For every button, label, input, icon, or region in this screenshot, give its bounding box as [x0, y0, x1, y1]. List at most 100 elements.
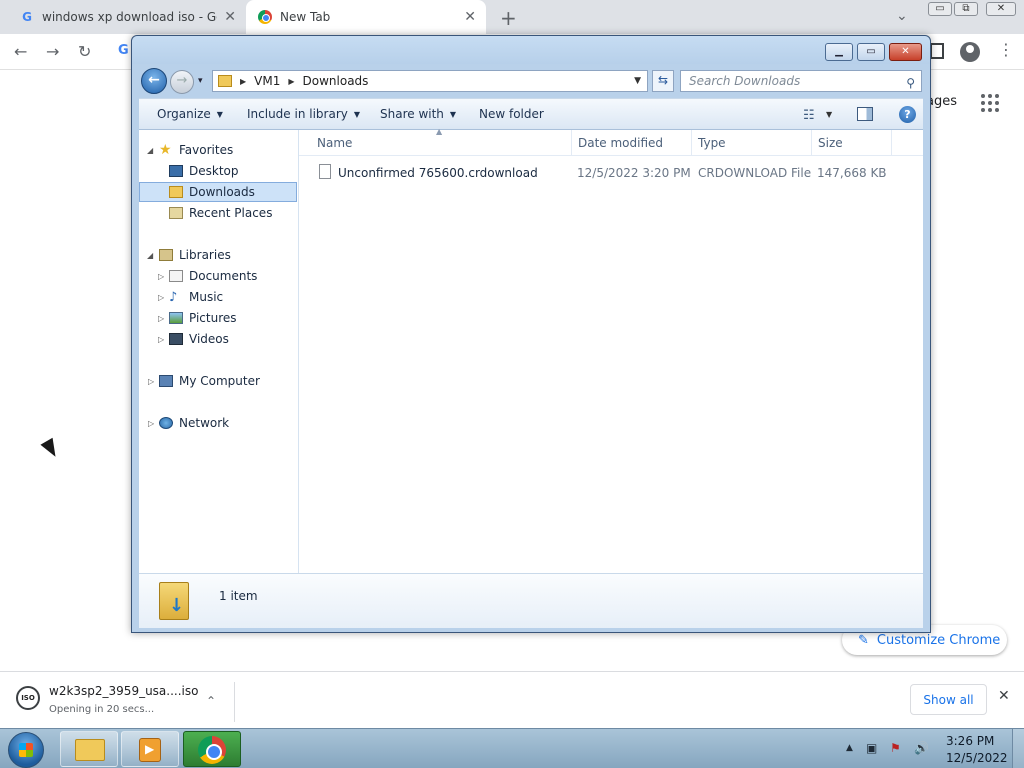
clock-time[interactable]: 3:26 PM — [946, 734, 994, 748]
column-header-size[interactable]: Size — [818, 136, 843, 150]
column-divider[interactable] — [891, 130, 892, 156]
address-bar[interactable]: ▶ VM1 ▶ Downloads ▼ — [212, 70, 648, 92]
breadcrumb-downloads[interactable]: Downloads — [303, 74, 369, 88]
explorer-title-bar[interactable]: ▁ ▭ ✕ — [132, 36, 930, 64]
nav-my-computer[interactable]: ▷ My Computer — [139, 371, 297, 391]
chrome-restore-button[interactable]: ⧉ — [954, 2, 978, 16]
collapse-arrow-icon[interactable]: ▷ — [158, 293, 164, 302]
nav-pictures[interactable]: ▷ Pictures — [139, 308, 297, 328]
column-headers: ▲ Name Date modified Type Size — [299, 127, 923, 156]
view-options-dropdown-icon[interactable]: ▼ — [826, 110, 832, 119]
start-button[interactable] — [8, 732, 44, 768]
google-apps-icon[interactable] — [981, 94, 999, 112]
nav-videos[interactable]: ▷ Videos — [139, 329, 297, 349]
new-tab-button[interactable]: + — [500, 6, 517, 30]
nav-favorites[interactable]: ◢ ★ Favorites — [139, 140, 297, 160]
item-count: 1 item — [219, 589, 258, 603]
computer-icon — [159, 375, 173, 387]
chrome-minimize-button[interactable]: ▭ — [928, 2, 952, 16]
search-icon[interactable]: ⚲ — [906, 73, 915, 93]
new-folder-button[interactable]: New folder — [479, 107, 544, 121]
show-hidden-icons-icon[interactable]: ▲ — [846, 743, 853, 753]
recent-pages-dropdown-icon[interactable]: ▾ — [198, 76, 203, 86]
tab-new-tab[interactable]: New Tab ✕ — [246, 0, 486, 34]
music-icon: ♪ — [169, 289, 178, 305]
breadcrumb-separator-icon[interactable]: ▶ — [240, 77, 246, 86]
column-divider[interactable] — [571, 130, 572, 156]
explorer-minimize-button[interactable]: ▁ — [825, 43, 853, 61]
taskbar-explorer-button[interactable] — [60, 731, 118, 767]
google-favicon-icon: G — [22, 10, 32, 24]
collapse-arrow-icon[interactable]: ▷ — [158, 314, 164, 323]
refresh-icon[interactable]: ⇆ — [652, 70, 674, 92]
search-placeholder: Search Downloads — [689, 74, 801, 88]
expand-arrow-icon[interactable]: ◢ — [147, 251, 153, 260]
back-arrow-icon[interactable]: ← — [14, 42, 27, 61]
tab-close-icon[interactable]: ✕ — [224, 9, 236, 25]
collapse-arrow-icon[interactable]: ▷ — [158, 335, 164, 344]
help-icon[interactable]: ? — [899, 106, 916, 123]
preview-pane-icon[interactable] — [857, 107, 873, 121]
close-icon[interactable]: ✕ — [998, 688, 1010, 704]
action-center-flag-icon[interactable]: ⚑ — [890, 741, 901, 755]
chrome-tab-strip: G windows xp download iso - Goo ✕ New Ta… — [0, 0, 1024, 34]
organize-button[interactable]: Organize ▼ — [157, 107, 223, 121]
nav-recent-places[interactable]: Recent Places — [139, 203, 297, 223]
tab-search-chevron-icon[interactable]: ⌄ — [896, 8, 908, 24]
search-input[interactable]: Search Downloads ⚲ — [680, 70, 922, 92]
collapse-arrow-icon[interactable]: ▷ — [148, 377, 154, 386]
download-file-name: w2k3sp2_3959_usa....iso — [49, 684, 199, 698]
pictures-icon — [169, 312, 183, 324]
explorer-close-button[interactable]: ✕ — [889, 43, 922, 61]
explorer-forward-button[interactable]: → — [170, 70, 194, 94]
column-header-type[interactable]: Type — [698, 136, 726, 150]
column-divider[interactable] — [811, 130, 812, 156]
sort-ascending-icon: ▲ — [436, 127, 443, 136]
share-with-button[interactable]: Share with ▼ — [380, 107, 456, 121]
column-divider[interactable] — [691, 130, 692, 156]
download-item[interactable]: ISO w2k3sp2_3959_usa....iso Opening in 2… — [10, 682, 235, 722]
chevron-up-icon[interactable]: ⌃ — [206, 694, 216, 708]
reload-icon[interactable]: ↻ — [78, 42, 91, 61]
nav-documents[interactable]: ▷ Documents — [139, 266, 297, 286]
expand-arrow-icon[interactable]: ◢ — [147, 146, 153, 155]
breadcrumb-separator-icon[interactable]: ▶ — [288, 77, 294, 86]
taskbar-chrome-button[interactable] — [183, 731, 241, 767]
chrome-close-button[interactable]: ✕ — [986, 2, 1016, 16]
side-panel-icon[interactable] — [930, 43, 944, 59]
nav-libraries[interactable]: ◢ Libraries — [139, 245, 297, 265]
collapse-arrow-icon[interactable]: ▷ — [158, 272, 164, 281]
explorer-back-button[interactable]: ← — [141, 68, 167, 94]
column-header-date-modified[interactable]: Date modified — [578, 136, 663, 150]
include-in-library-button[interactable]: Include in library ▼ — [247, 107, 360, 121]
file-row[interactable]: Unconfirmed 765600.crdownload 12/5/2022 … — [309, 163, 909, 183]
change-view-icon[interactable]: ☷ — [803, 108, 815, 123]
media-player-icon — [139, 738, 161, 762]
tab-close-icon[interactable]: ✕ — [464, 9, 476, 25]
collapse-arrow-icon[interactable]: ▷ — [148, 419, 154, 428]
address-dropdown-icon[interactable]: ▼ — [634, 76, 641, 86]
pencil-icon: ✎ — [858, 632, 869, 648]
column-header-name[interactable]: Name — [317, 136, 352, 150]
nav-desktop[interactable]: Desktop — [139, 161, 297, 181]
explorer-maximize-button[interactable]: ▭ — [857, 43, 885, 61]
documents-icon — [169, 270, 183, 282]
details-pane: 1 item — [139, 573, 923, 628]
nav-network[interactable]: ▷ Network — [139, 413, 297, 433]
clock-date[interactable]: 12/5/2022 — [946, 751, 1008, 765]
file-list-pane[interactable]: ▲ Name Date modified Type Size Unconfirm… — [299, 127, 923, 573]
network-icon — [159, 417, 173, 429]
show-all-button[interactable]: Show all — [910, 684, 987, 715]
forward-arrow-icon[interactable]: → — [46, 42, 59, 61]
breadcrumb-vm1[interactable]: VM1 — [254, 74, 280, 88]
taskbar-media-player-button[interactable] — [121, 731, 179, 767]
network-tray-icon[interactable]: ▣ — [866, 741, 877, 755]
chevron-down-icon: ▼ — [216, 110, 223, 119]
chrome-menu-icon[interactable]: ⋮ — [998, 40, 1014, 59]
show-desktop-button[interactable] — [1012, 729, 1024, 768]
profile-avatar-icon[interactable] — [960, 42, 980, 62]
nav-downloads[interactable]: Downloads — [139, 182, 297, 202]
tab-google-search[interactable]: G windows xp download iso - Goo ✕ — [8, 0, 246, 34]
nav-music[interactable]: ▷ ♪ Music — [139, 287, 297, 307]
volume-icon[interactable]: 🔊 — [914, 741, 929, 755]
